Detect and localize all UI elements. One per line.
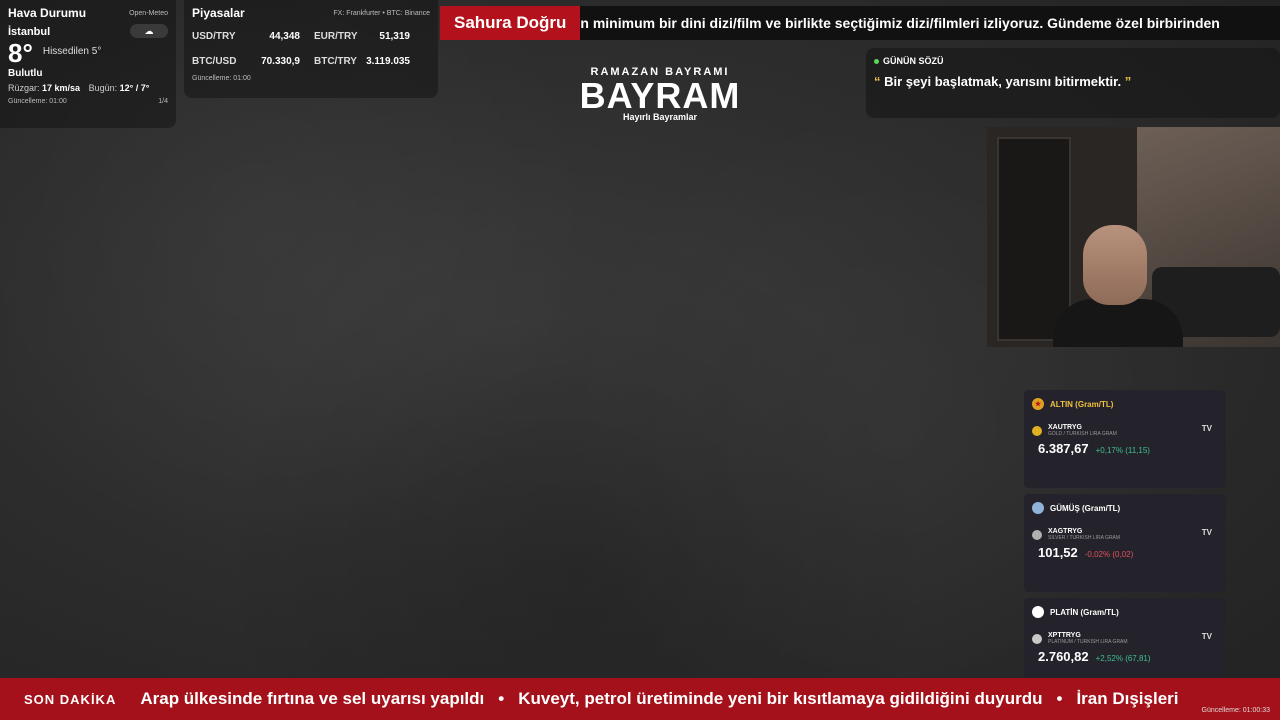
metal-price: 6.387,67 [1038, 441, 1089, 456]
wind-label: Rüzgar: [8, 83, 40, 93]
markets-source: FX: Frankfurter • BTC: Binance [333, 9, 430, 17]
coin-icon [1032, 529, 1042, 540]
markets-widget: Piyasalar FX: Frankfurter • BTC: Binance… [184, 0, 438, 98]
rate-label: EUR/TRY [314, 31, 358, 42]
metal-title: ALTIN (Gram/TL) [1050, 399, 1114, 409]
weather-city: İstanbul [8, 26, 51, 38]
news-separator: • [1056, 689, 1063, 708]
weather-widget: Hava Durumu Open-Meteo İstanbul ☁ 8° His… [0, 0, 176, 128]
event-title: BAYRAM [579, 75, 741, 116]
close-quote-mark: ” [1124, 74, 1132, 89]
weather-page-indicator: 1/4 [158, 98, 168, 105]
rate-label: BTC/TRY [314, 56, 357, 67]
metal-title: PLATİN (Gram/TL) [1050, 607, 1119, 617]
metal-change: -0,02% (0,02) [1084, 550, 1134, 559]
quote-heading: GÜNÜN SÖZÜ [883, 56, 944, 66]
quote-of-day: GÜNÜN SÖZÜ “ Bir şeyi başlatmak, yarısın… [866, 48, 1280, 118]
metal-title: GÜMÜŞ (Gram/TL) [1050, 503, 1121, 513]
rate-label: USD/TRY [192, 31, 236, 42]
metal-symbol: XPTTRYG [1048, 632, 1081, 639]
tradingview-logo-icon[interactable]: TV [1202, 528, 1212, 537]
news-item: İran Dışişleri [1076, 689, 1179, 708]
weather-title: Hava Durumu [8, 6, 87, 20]
top-ticker: Sahura Doğru n minimum bir dini dizi/fil… [440, 6, 1280, 40]
metal-description: PLATINUM / TURKISH LIRA GRAM [1048, 639, 1128, 645]
metal-price: 2.760,82 [1038, 649, 1089, 664]
streamer-face [1083, 225, 1147, 305]
open-quote-mark: “ [874, 74, 881, 89]
markets-title: Piyasalar [192, 6, 245, 20]
metal-price: 101,52 [1038, 545, 1078, 560]
wind-value: 17 km/sa [42, 83, 81, 93]
webcam-feed [987, 127, 1280, 347]
news-item: Kuveyt, petrol üretiminde yeni bir kısıt… [518, 689, 1043, 708]
metal-description: GOLD / TURKISH LIRA GRAM [1048, 431, 1117, 437]
cloud-icon: ☁ [130, 24, 168, 38]
metal-symbol: XAUTRYG [1048, 424, 1082, 431]
markets-rates: USD/TRY 44,348 EUR/TRY 51,319 BTC/USD 70… [192, 31, 430, 67]
metal-card-gold: ★ ALTIN (Gram/TL) XAUTRYG GOLD / TURKISH… [1024, 390, 1226, 488]
live-dot-icon [874, 58, 879, 64]
tradingview-logo-icon[interactable]: TV [1202, 632, 1212, 641]
top-ticker-tag: Sahura Doğru [440, 6, 581, 40]
weather-temperature: 8° [8, 38, 33, 68]
medal-icon [1032, 606, 1044, 618]
today-value: 12° / 7° [119, 83, 150, 93]
breaking-news-tag: SON DAKİKA [24, 691, 117, 707]
metal-symbol: XAGTRYG [1048, 528, 1083, 535]
rate-value: 70.330,9 [261, 56, 300, 67]
coin-icon [1032, 633, 1042, 644]
news-item: Arap ülkesinde fırtına ve sel uyarısı ya… [140, 689, 485, 708]
weather-updated: Güncelleme: 01:00 [8, 98, 67, 105]
metals-widget: ★ ALTIN (Gram/TL) XAUTRYG GOLD / TURKISH… [1024, 390, 1226, 696]
rate-value: 3.119.035 [366, 56, 410, 67]
markets-updated: Güncelleme: 01:00 [192, 75, 251, 82]
tradingview-logo-icon[interactable]: TV [1202, 424, 1212, 433]
event-title-block: RAMAZAN BAYRAMI BAYRAM Hayırlı Bayramlar [560, 66, 760, 122]
top-ticker-text: n minimum bir dini dizi/film ve birlikte… [580, 15, 1220, 31]
ticker-updated: Güncelleme: 01:00:33 [1201, 707, 1271, 714]
rate-value: 44,348 [269, 31, 300, 42]
metal-change: +0,17% (11,15) [1095, 446, 1150, 455]
rate-value: 51,319 [379, 31, 410, 42]
weather-condition: Bulutlu [8, 68, 43, 79]
metal-description: SILVER / TURKISH LIRA GRAM [1048, 535, 1121, 541]
metal-change: +2,52% (67,81) [1095, 654, 1151, 663]
weather-source: Open-Meteo [129, 9, 168, 17]
medal-icon [1032, 502, 1044, 514]
metal-card-silver: GÜMÜŞ (Gram/TL) XAGTRYG SILVER / TURKISH… [1024, 494, 1226, 592]
rate-label: BTC/USD [192, 56, 237, 67]
breaking-news-ticker: SON DAKİKA Arap ülkesinde fırtına ve sel… [0, 678, 1280, 720]
coin-icon [1032, 425, 1042, 436]
news-separator: • [498, 689, 505, 708]
quote-text: Bir şeyi başlatmak, yarısını bitirmektir… [884, 74, 1122, 89]
weather-feels-like: Hissedilen 5° [42, 46, 102, 57]
today-label: Bugün: [88, 83, 118, 93]
medal-icon: ★ [1032, 398, 1044, 410]
